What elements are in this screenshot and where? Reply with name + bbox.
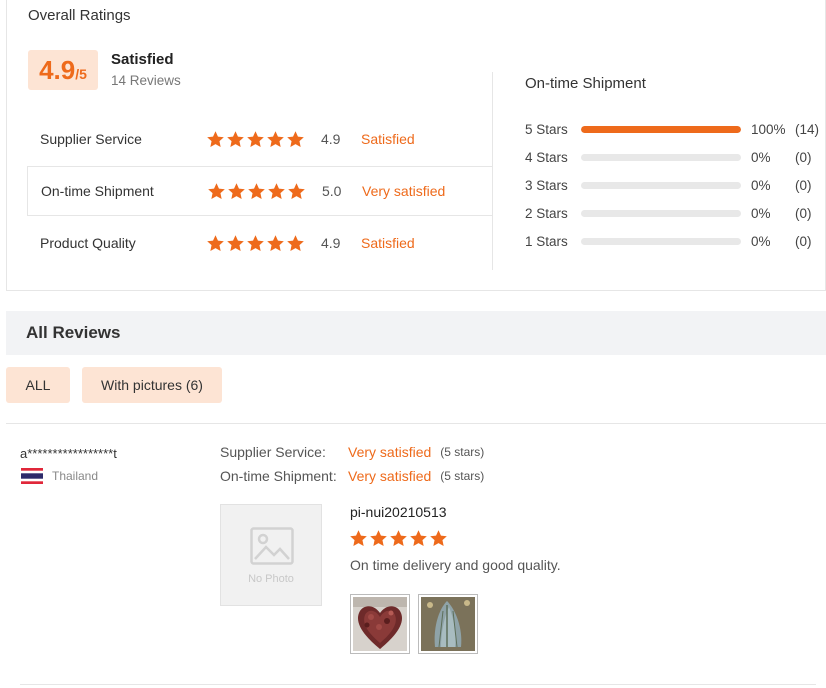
star-icon (370, 530, 387, 547)
star-icon (248, 182, 265, 199)
review-rating-stars: (5 stars) (440, 445, 485, 459)
all-reviews-header: All Reviews (6, 311, 826, 355)
reviewer-name: a*****************t (20, 446, 117, 461)
distribution-count: (0) (795, 233, 812, 249)
star-icon (390, 530, 407, 547)
star-icon (267, 130, 284, 147)
distribution-percent: 0% (751, 205, 771, 221)
distribution-percent: 0% (751, 177, 771, 193)
distribution-star-label: 3 Stars (525, 177, 568, 193)
distribution-bar (581, 153, 741, 161)
distribution-count: (14) (795, 121, 820, 137)
divider (6, 423, 826, 424)
category-satisfaction: Very satisfied (362, 183, 446, 199)
distribution-star-label: 5 Stars (525, 121, 568, 137)
distribution-percent: 0% (751, 233, 771, 249)
review-stars (349, 529, 448, 548)
overall-score: 4.9 (39, 55, 76, 85)
distribution-row: 4 Stars 0% (0) (525, 148, 812, 166)
distribution-count: (0) (795, 149, 812, 165)
star-icon (288, 182, 305, 199)
overall-score-badge: 4.9 /5 (28, 50, 98, 90)
category-name: On-time Shipment (41, 183, 154, 199)
review-photo-thumbnail[interactable] (350, 594, 410, 654)
category-stars (207, 182, 306, 201)
category-stars (206, 234, 305, 253)
product-image-placeholder[interactable]: No Photo (220, 504, 322, 606)
category-row-supplier-service: Supplier Service 4.9 Satisfied (27, 114, 493, 164)
thailand-flag-icon (21, 468, 43, 484)
reviewer-country: Thailand (52, 469, 99, 483)
star-icon (207, 130, 224, 147)
distribution-bar-fill (581, 125, 741, 133)
distribution-count: (0) (795, 177, 812, 193)
distribution-title: On-time Shipment (525, 75, 646, 92)
overall-ratings-panel: Overall Ratings 4.9 /5 Satisfied 14 Revi… (6, 0, 826, 291)
star-icon (350, 530, 367, 547)
review-rating-value: Very satisfied (348, 444, 432, 460)
distribution-percent: 100% (751, 121, 786, 137)
category-satisfaction: Satisfied (361, 131, 415, 147)
filter-all-button[interactable]: ALL (6, 367, 70, 403)
distribution-bar (581, 209, 741, 217)
star-icon (227, 234, 244, 251)
category-satisfaction: Satisfied (361, 235, 415, 251)
review-on-time-shipment-row: On-time Shipment: Very satisfied (5 star… (220, 468, 484, 484)
filter-with-pictures-button[interactable]: With pictures (6) (82, 367, 222, 403)
overall-ratings-title: Overall Ratings (28, 7, 131, 24)
review-photo-dried-flowers-red (353, 597, 407, 651)
review-rating-value: Very satisfied (348, 468, 432, 484)
star-icon (208, 182, 225, 199)
star-icon (247, 130, 264, 147)
star-icon (287, 234, 304, 251)
category-score: 4.9 (321, 131, 341, 147)
star-icon (268, 182, 285, 199)
star-icon (410, 530, 427, 547)
category-row-product-quality: Product Quality 4.9 Satisfied (27, 218, 493, 268)
star-icon (228, 182, 245, 199)
no-photo-label: No Photo (248, 573, 294, 585)
star-icon (227, 130, 244, 147)
category-score: 4.9 (321, 235, 341, 251)
star-icon (430, 530, 447, 547)
distribution-row: 1 Stars 0% (0) (525, 232, 812, 250)
review-count: 14 Reviews (111, 73, 181, 88)
all-reviews-title: All Reviews (26, 323, 121, 342)
overall-score-denominator: /5 (75, 66, 87, 82)
distribution-bar (581, 125, 741, 133)
distribution-star-label: 4 Stars (525, 149, 568, 165)
distribution-row: 3 Stars 0% (0) (525, 176, 812, 194)
review-photo-thumbnail[interactable] (418, 594, 478, 654)
distribution-bar (581, 181, 741, 189)
image-placeholder-icon (250, 527, 294, 565)
distribution-row: 5 Stars 100% (14) (525, 120, 819, 138)
category-name: Product Quality (40, 235, 136, 251)
star-icon (247, 234, 264, 251)
distribution-star-label: 2 Stars (525, 205, 568, 221)
review-rating-label: Supplier Service: (220, 444, 326, 460)
star-icon (287, 130, 304, 147)
category-name: Supplier Service (40, 131, 142, 147)
distribution-bar (581, 237, 741, 245)
review-text: On time delivery and good quality. (350, 557, 561, 573)
divider (20, 684, 816, 685)
distribution-count: (0) (795, 205, 812, 221)
product-name-link[interactable]: pi-nui20210513 (350, 504, 447, 520)
overall-satisfaction-label: Satisfied (111, 51, 174, 68)
review-photo-dried-flowers-blue (421, 597, 475, 651)
star-icon (267, 234, 284, 251)
review-rating-stars: (5 stars) (440, 469, 485, 483)
category-stars (206, 130, 305, 149)
category-score: 5.0 (322, 183, 342, 199)
review-rating-label: On-time Shipment: (220, 468, 337, 484)
distribution-percent: 0% (751, 149, 771, 165)
review-supplier-service-row: Supplier Service: Very satisfied (5 star… (220, 444, 484, 460)
category-row-on-time-shipment: On-time Shipment 5.0 Very satisfied (27, 166, 493, 216)
star-icon (207, 234, 224, 251)
distribution-star-label: 1 Stars (525, 233, 568, 249)
panel-divider (492, 72, 493, 270)
distribution-row: 2 Stars 0% (0) (525, 204, 812, 222)
